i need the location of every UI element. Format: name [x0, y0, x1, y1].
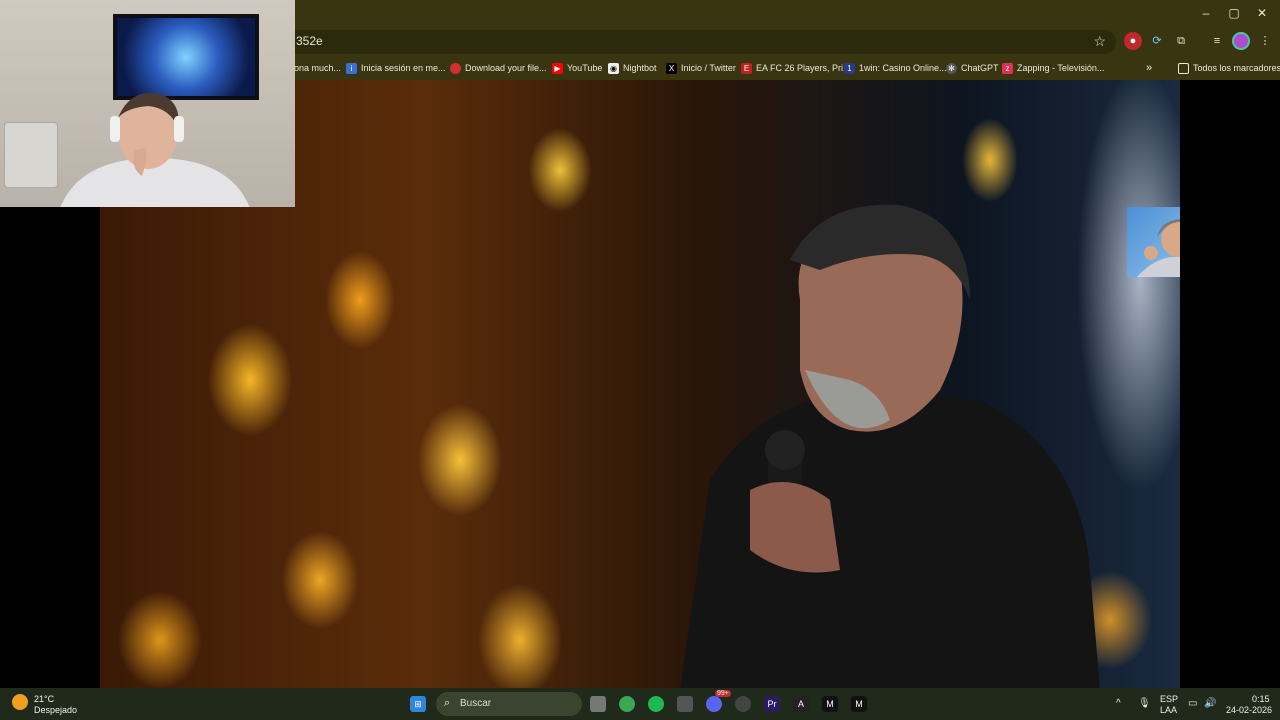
bookmark-item[interactable]: Download your file...: [450, 60, 547, 76]
media-control-icon[interactable]: ≡: [1208, 32, 1226, 50]
all-bookmarks-label: Todos los marcadores: [1193, 63, 1280, 73]
adobe-icon[interactable]: A: [793, 696, 809, 712]
notification-badge: 99+: [715, 690, 731, 697]
x-twitter-icon: X: [666, 62, 677, 74]
background-player-card-image: [4, 122, 58, 188]
download-site-icon: [450, 62, 461, 74]
bookmark-label: Download your file...: [465, 63, 547, 73]
bookmark-item[interactable]: 1 1win: Casino Online...: [844, 60, 947, 76]
extension-red-icon[interactable]: ●: [1124, 32, 1142, 50]
bookmark-item[interactable]: ◉ Nightbot: [608, 60, 657, 76]
zapping-icon: z: [1002, 62, 1013, 74]
address-bar[interactable]: 352e ☆: [286, 30, 1116, 54]
weather-icon[interactable]: [12, 694, 28, 710]
obs-icon[interactable]: [735, 696, 751, 712]
network-icon[interactable]: ▭: [1188, 698, 1197, 709]
extensions-puzzle-icon[interactable]: ⧉: [1172, 32, 1190, 50]
streamlabs-icon[interactable]: M: [822, 696, 838, 712]
streamer-figure: [60, 93, 250, 207]
taskbar-search[interactable]: ⌕ Buscar: [436, 692, 582, 716]
bookmark-label: YouTube: [567, 63, 603, 73]
maximize-button[interactable]: ▢: [1224, 4, 1244, 22]
more-bookmarks-button[interactable]: »: [1146, 60, 1152, 76]
bookmark-label: Zapping - Televisión...: [1017, 63, 1105, 73]
discord-icon[interactable]: [706, 696, 722, 712]
screen: – ▢ ✕ 352e ☆ ● ⟳ ⧉ ≡ ⋮ ona much... i Inic…: [0, 0, 1280, 720]
webcam-overlay: [0, 0, 295, 207]
chatgpt-icon: ✻: [946, 62, 957, 74]
site-icon: i: [346, 62, 357, 74]
taskbar: 21°C Despejado ⊞ ⌕ Buscar 99+ Pr A M M ^…: [0, 688, 1280, 720]
start-windows-icon[interactable]: ⊞: [410, 696, 426, 712]
chrome-icon[interactable]: [619, 696, 635, 712]
clock-date[interactable]: 24-02-2026: [1226, 705, 1272, 715]
menu-dots-icon[interactable]: ⋮: [1256, 32, 1274, 50]
task-view-icon[interactable]: [590, 696, 606, 712]
bookmark-item[interactable]: i Inicia sesión en me...: [346, 60, 446, 76]
bookmark-item[interactable]: z Zapping - Televisión...: [1002, 60, 1104, 76]
minimize-button[interactable]: –: [1196, 4, 1216, 22]
translate-extension-icon[interactable]: ⟳: [1148, 32, 1166, 50]
bookmark-item[interactable]: E EA FC 26 Players, Pri...: [741, 60, 851, 76]
bookmark-star-icon[interactable]: ☆: [1093, 33, 1106, 50]
bookmark-label: ChatGPT: [961, 63, 999, 73]
language-bottom[interactable]: LAA: [1160, 705, 1177, 715]
secondary-webcam-overlay: [1127, 207, 1180, 277]
spotify-icon[interactable]: [648, 696, 664, 712]
clock-time[interactable]: 0:15: [1252, 694, 1270, 704]
bookmark-item[interactable]: ✻ ChatGPT: [946, 60, 999, 76]
bookmark-label: Nightbot: [623, 63, 657, 73]
bookmark-label: Inicia sesión en me...: [361, 63, 446, 73]
volume-icon[interactable]: 🔊: [1204, 698, 1216, 709]
search-placeholder: Buscar: [460, 698, 492, 709]
weather-desc: Despejado: [34, 705, 78, 715]
search-icon: ⌕: [444, 697, 451, 709]
all-bookmarks-button[interactable]: Todos los marcadores: [1178, 60, 1280, 76]
show-hidden-icons-icon[interactable]: ^: [1116, 698, 1121, 709]
streamer-face-image: [1137, 219, 1180, 277]
app-icon[interactable]: [677, 696, 693, 712]
weather-temp: 21°C: [34, 694, 55, 704]
ea-icon: E: [741, 62, 752, 74]
nightbot-icon: ◉: [608, 62, 619, 74]
youtube-icon: ▶: [552, 62, 563, 74]
premiere-icon[interactable]: Pr: [764, 696, 780, 712]
language-top[interactable]: ESP: [1160, 694, 1178, 704]
microphone-icon[interactable]: 🎙: [1138, 698, 1151, 709]
url-text: 352e: [296, 34, 323, 48]
bookmark-label: EA FC 26 Players, Pri...: [756, 63, 851, 73]
singer-figure: [680, 204, 1100, 688]
bookmark-item[interactable]: ona much...: [294, 60, 341, 76]
bookmark-label: 1win: Casino Online...: [859, 63, 947, 73]
bookmark-item[interactable]: ▶ YouTube: [552, 60, 602, 76]
folder-icon: [1178, 62, 1189, 74]
bookmark-item[interactable]: X Inicio / Twitter: [666, 60, 736, 76]
bookmark-label: Inicio / Twitter: [681, 63, 736, 73]
streamlabs-2-icon[interactable]: M: [851, 696, 867, 712]
close-button[interactable]: ✕: [1252, 4, 1272, 22]
profile-avatar-icon[interactable]: [1232, 32, 1250, 50]
bookmark-label: ona much...: [294, 63, 342, 73]
casino-icon: 1: [844, 62, 855, 74]
